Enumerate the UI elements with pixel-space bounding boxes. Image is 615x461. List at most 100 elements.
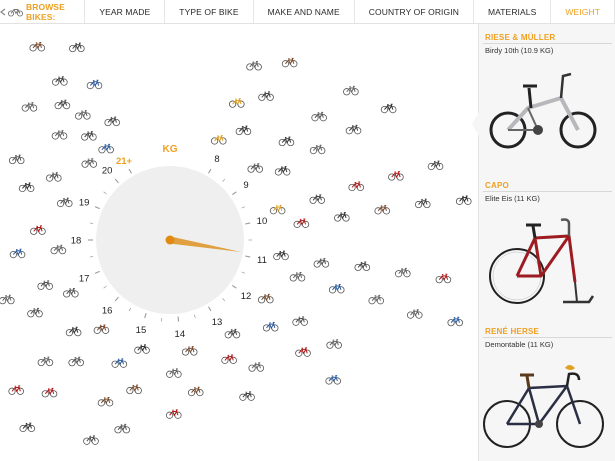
bike-thumbnail[interactable] xyxy=(65,326,82,337)
bike-thumbnail[interactable] xyxy=(289,272,306,282)
bike-photo[interactable] xyxy=(483,216,604,310)
bike-thumbnail[interactable] xyxy=(247,163,264,173)
bike-thumbnail[interactable] xyxy=(93,324,110,334)
nav-weight[interactable]: WEIGHT xyxy=(551,0,615,23)
bike-thumbnail[interactable] xyxy=(292,316,308,326)
bike-thumbnail[interactable] xyxy=(262,322,279,332)
weight-label[interactable]: 21+ xyxy=(116,156,133,167)
bike-photo[interactable] xyxy=(483,362,604,456)
bike-thumbnail[interactable] xyxy=(97,396,114,407)
bike-thumbnail[interactable] xyxy=(210,135,227,145)
bike-thumbnail[interactable] xyxy=(51,130,68,140)
bike-thumbnail[interactable] xyxy=(427,160,444,171)
bike-thumbnail[interactable] xyxy=(29,41,46,52)
bike-thumbnail[interactable] xyxy=(69,42,85,53)
bike-thumbnail[interactable] xyxy=(50,244,67,255)
bike-thumbnail[interactable] xyxy=(9,248,26,259)
bike-thumbnail[interactable] xyxy=(18,182,35,193)
bike-thumbnail[interactable] xyxy=(447,316,464,327)
weight-label[interactable]: 17 xyxy=(79,274,90,285)
bike-thumbnail[interactable] xyxy=(435,273,452,284)
bike-photo[interactable] xyxy=(483,68,604,162)
bike-thumbnail[interactable] xyxy=(52,76,68,86)
bike-thumbnail[interactable] xyxy=(380,103,397,114)
bike-thumbnail[interactable] xyxy=(395,267,411,278)
bike-thumbnail[interactable] xyxy=(68,356,85,367)
bike-thumbnail[interactable] xyxy=(41,387,58,398)
bike-thumbnail[interactable] xyxy=(27,307,43,318)
bike-thumbnail[interactable] xyxy=(221,354,237,364)
bike-thumbnail[interactable] xyxy=(104,116,121,127)
bike-thumbnail[interactable] xyxy=(246,61,262,71)
bike-thumbnail[interactable] xyxy=(273,250,289,261)
weight-label[interactable]: 14 xyxy=(175,329,186,340)
bike-thumbnail[interactable] xyxy=(258,91,274,101)
bike-thumbnail[interactable] xyxy=(181,346,198,356)
bike-thumbnail[interactable] xyxy=(8,385,24,395)
bike-thumbnail[interactable] xyxy=(388,171,404,181)
nav-country-of-origin[interactable]: COUNTRY OF ORIGIN xyxy=(355,0,474,23)
bike-thumbnail[interactable] xyxy=(30,225,46,235)
weight-label[interactable]: 9 xyxy=(243,180,248,191)
bike-thumbnail[interactable] xyxy=(239,391,255,401)
bike-thumbnail[interactable] xyxy=(19,422,36,433)
weight-label[interactable]: 20 xyxy=(102,166,113,177)
bike-thumbnail[interactable] xyxy=(345,124,362,135)
bike-thumbnail[interactable] xyxy=(309,144,326,155)
bike-thumbnail[interactable] xyxy=(187,386,204,397)
bike-thumbnail[interactable] xyxy=(111,358,128,368)
weight-label[interactable]: 8 xyxy=(214,154,219,165)
bike-thumbnail[interactable] xyxy=(37,356,54,367)
bike-thumbnail[interactable] xyxy=(293,218,310,228)
bike-thumbnail[interactable] xyxy=(165,409,182,419)
bike-thumbnail[interactable] xyxy=(81,131,97,141)
bike-thumbnail[interactable] xyxy=(56,197,73,208)
bike-card[interactable]: RIESE & MÜLLER Birdy 10th (10.9 KG) xyxy=(483,32,612,55)
bike-thumbnail[interactable] xyxy=(455,195,472,205)
bike-thumbnail[interactable] xyxy=(98,143,114,154)
bike-thumbnail[interactable] xyxy=(406,309,423,319)
bike-thumbnail[interactable] xyxy=(311,111,327,122)
bike-thumbnail[interactable] xyxy=(269,204,286,215)
bike-thumbnail[interactable] xyxy=(348,181,365,192)
weight-label[interactable]: 10 xyxy=(257,216,268,227)
bike-thumbnail[interactable] xyxy=(86,79,103,90)
bike-thumbnail[interactable] xyxy=(83,435,99,445)
bike-thumbnail[interactable] xyxy=(81,158,98,168)
bike-thumbnail[interactable] xyxy=(354,261,371,272)
bike-thumbnail[interactable] xyxy=(281,57,298,68)
bike-thumbnail[interactable] xyxy=(257,293,274,304)
weight-label[interactable]: 11 xyxy=(257,255,267,266)
bike-thumbnail[interactable] xyxy=(343,85,359,96)
bike-thumbnail[interactable] xyxy=(37,280,53,290)
bike-thumbnail[interactable] xyxy=(248,362,265,372)
weight-label[interactable]: 16 xyxy=(102,305,113,316)
bike-card[interactable]: CAPO Elite Eis (11 KG) xyxy=(483,180,612,203)
bike-thumbnail[interactable] xyxy=(313,258,330,268)
nav-make-and-name[interactable]: MAKE AND NAME xyxy=(254,0,355,23)
bike-thumbnail[interactable] xyxy=(326,339,342,349)
bike-thumbnail[interactable] xyxy=(374,204,391,215)
bike-thumbnail[interactable] xyxy=(134,344,150,354)
back-button[interactable] xyxy=(0,0,24,23)
bike-thumbnail[interactable] xyxy=(325,375,342,385)
bike-thumbnail[interactable] xyxy=(0,294,15,305)
bike-thumbnail[interactable] xyxy=(295,347,311,357)
bike-thumbnail[interactable] xyxy=(75,110,91,120)
bike-thumbnail[interactable] xyxy=(54,99,71,110)
bike-thumbnail[interactable] xyxy=(334,212,350,222)
bike-thumbnail[interactable] xyxy=(309,194,326,204)
bike-thumbnail[interactable] xyxy=(278,136,295,147)
bike-thumbnail[interactable] xyxy=(46,172,62,182)
bike-card[interactable]: RENÉ HERSE Demontable (11 KG) xyxy=(483,326,612,349)
bike-thumbnail[interactable] xyxy=(166,368,182,378)
weight-label[interactable]: 18 xyxy=(71,236,82,247)
bike-thumbnail[interactable] xyxy=(114,423,131,434)
bike-thumbnail[interactable] xyxy=(8,154,25,165)
bike-thumbnail[interactable] xyxy=(63,288,79,298)
bike-thumbnail[interactable] xyxy=(228,98,245,108)
bike-thumbnail[interactable] xyxy=(21,102,38,112)
weight-label[interactable]: 13 xyxy=(212,317,223,328)
nav-year-made[interactable]: YEAR MADE xyxy=(85,0,166,23)
nav-materials[interactable]: MATERIALS xyxy=(474,0,552,23)
